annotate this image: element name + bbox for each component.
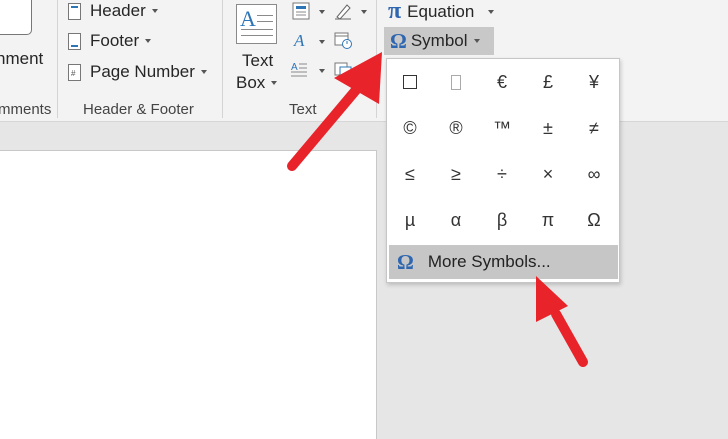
svg-text:A: A (291, 62, 298, 73)
drop-cap-icon[interactable]: A (290, 60, 308, 78)
registered-symbol[interactable]: ® (433, 105, 479, 151)
pi-icon: π (388, 0, 402, 24)
footer-label: Footer (90, 31, 140, 50)
quick-parts-icon[interactable] (292, 2, 310, 20)
page-number-icon: # (68, 63, 81, 81)
blank-glyph-icon (451, 74, 461, 90)
text-box-icon: A (236, 4, 277, 44)
header-label: Header (90, 1, 146, 20)
chevron-down-icon (319, 10, 325, 14)
more-symbols-item[interactable]: Ω More Symbols... (389, 245, 618, 279)
symbol-button[interactable]: Ω Symbol (384, 27, 494, 55)
copyright-symbol[interactable]: © (387, 105, 433, 151)
date-time-icon[interactable] (334, 31, 352, 49)
chevron-down-icon (361, 10, 367, 14)
signature-line-icon[interactable] (334, 2, 352, 20)
blank-box-symbol[interactable] (433, 59, 479, 105)
comment-icon (0, 0, 32, 35)
group-separator (376, 0, 377, 118)
header-icon (68, 2, 81, 20)
chevron-down-icon (319, 40, 325, 44)
mu-symbol[interactable]: µ (387, 197, 433, 243)
document-page[interactable] (0, 150, 377, 439)
division-symbol[interactable]: ÷ (479, 151, 525, 197)
group-separator (57, 0, 58, 118)
footer-button[interactable]: Footer (68, 31, 152, 51)
yen-symbol[interactable]: ¥ (571, 59, 617, 105)
svg-text:A: A (293, 31, 305, 49)
footer-icon (68, 32, 81, 50)
new-comment-button[interactable]: nment (0, 49, 43, 69)
infinity-symbol[interactable]: ∞ (571, 151, 617, 197)
new-comment-label: nment (0, 49, 44, 68)
wordart-icon[interactable]: A (292, 31, 310, 49)
empty-box-symbol[interactable] (387, 59, 433, 105)
trademark-symbol[interactable]: ™ (479, 105, 525, 151)
more-symbols-label: More Symbols... (427, 252, 551, 271)
less-equal-symbol[interactable]: ≤ (387, 151, 433, 197)
multiply-symbol[interactable]: × (525, 151, 571, 197)
chevron-down-icon (488, 9, 495, 14)
not-equal-symbol[interactable]: ≠ (571, 105, 617, 151)
euro-symbol[interactable]: € (479, 59, 525, 105)
object-icon[interactable] (334, 60, 352, 78)
chevron-down-icon (473, 39, 480, 43)
omega-icon: Ω (397, 249, 414, 274)
chevron-down-icon (151, 9, 158, 13)
text-box-dropdown[interactable]: Box (236, 73, 278, 93)
header-button[interactable]: Header (68, 1, 158, 21)
text-box-label-line1: Text (242, 51, 274, 70)
symbol-dropdown-menu: € £ ¥ © ® ™ ± ≠ ≤ ≥ ÷ × ∞ µ α β π Ω Ω More Symbols... (386, 58, 620, 283)
omega-symbol[interactable]: Ω (571, 197, 617, 243)
header-footer-group-label: Header & Footer (83, 101, 194, 118)
greater-equal-symbol[interactable]: ≥ (433, 151, 479, 197)
pi-symbol[interactable]: π (525, 197, 571, 243)
chevron-down-icon (200, 70, 207, 74)
beta-symbol[interactable]: β (479, 197, 525, 243)
text-box-label-line2: Box (236, 73, 266, 92)
chevron-down-icon (319, 69, 325, 73)
equation-button[interactable]: π Equation (388, 0, 495, 25)
alpha-symbol[interactable]: α (433, 197, 479, 243)
page-number-label: Page Number (90, 62, 195, 81)
plus-minus-symbol[interactable]: ± (525, 105, 571, 151)
pound-symbol[interactable]: £ (525, 59, 571, 105)
group-separator (222, 0, 223, 118)
chevron-down-icon (145, 39, 152, 43)
text-group-label: Text (289, 101, 317, 118)
page-number-button[interactable]: # Page Number (68, 62, 207, 82)
omega-icon: Ω (390, 28, 407, 53)
text-box-button[interactable]: Text (242, 50, 273, 72)
comments-group-label: mments (0, 101, 52, 118)
equation-label: Equation (407, 1, 475, 21)
symbol-label: Symbol (410, 31, 468, 50)
chevron-down-icon (271, 81, 278, 85)
square-icon (403, 75, 417, 89)
